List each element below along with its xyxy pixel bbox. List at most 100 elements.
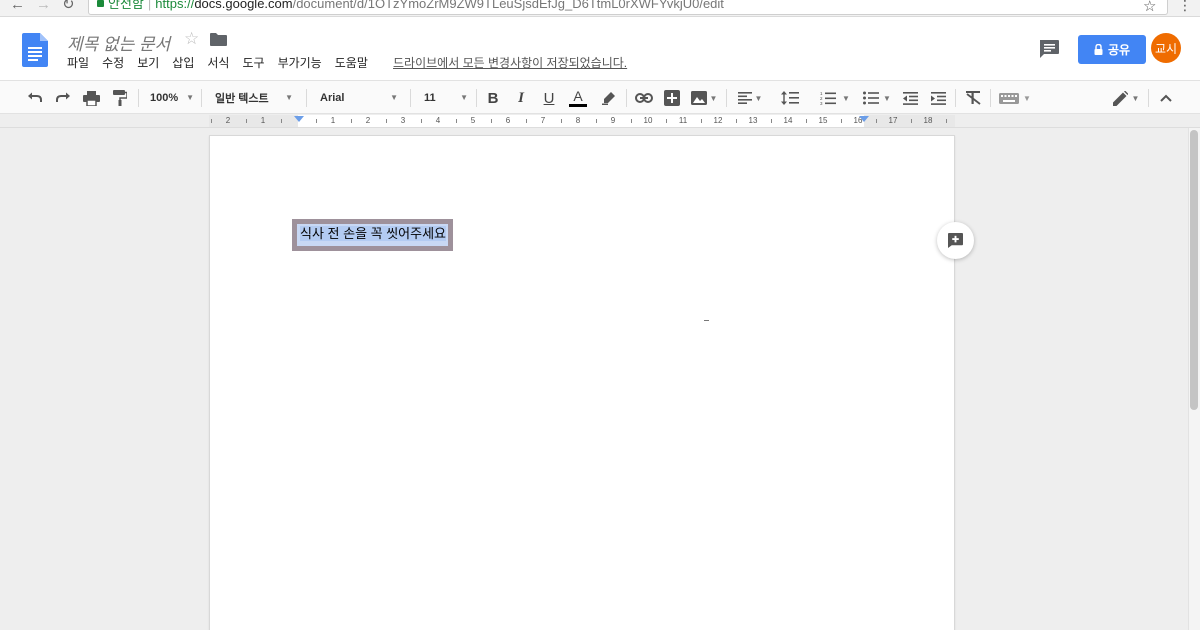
ruler-tick: [771, 119, 772, 123]
address-bar[interactable]: 안전함 | https://docs.google.com/document/d/1…: [88, 0, 1168, 15]
text-color-button[interactable]: A: [567, 88, 589, 108]
url-scheme: https://: [155, 0, 195, 11]
doc-title[interactable]: 제목 없는 문서: [67, 30, 170, 55]
share-button[interactable]: 공유: [1078, 35, 1146, 64]
zoom-value: 100%: [150, 92, 179, 104]
undo-icon[interactable]: [24, 88, 46, 108]
star-icon[interactable]: ☆: [184, 29, 199, 49]
link-icon[interactable]: [633, 88, 655, 108]
ruler-right-margin: [864, 115, 955, 127]
menu-edit[interactable]: 수정: [102, 56, 124, 70]
chevron-down-icon: ▼: [1023, 93, 1031, 103]
print-icon[interactable]: [80, 88, 102, 108]
menu-format[interactable]: 서식: [207, 56, 229, 70]
text-color-swatch: [569, 104, 587, 107]
toolbar-divider: [1148, 89, 1149, 107]
chevron-down-icon: ▼: [883, 93, 891, 103]
paint-format-icon[interactable]: [109, 88, 131, 108]
ruler-label: 9: [610, 116, 616, 125]
ruler-tick: [386, 119, 387, 123]
highlight-pen-icon[interactable]: [598, 88, 620, 108]
lock-icon: [97, 0, 104, 7]
image-icon[interactable]: ▼: [688, 88, 720, 108]
ruler-tick: [631, 119, 632, 123]
menu-file[interactable]: 파일: [67, 56, 89, 70]
ruler-label: 11: [678, 116, 688, 125]
chevron-up-icon[interactable]: [1156, 88, 1176, 108]
ruler-tick: [316, 119, 317, 123]
bookmark-star-icon[interactable]: ☆: [1143, 0, 1156, 15]
ruler-tick: [946, 119, 947, 123]
numbered-list-icon[interactable]: 123 ▼: [816, 88, 854, 108]
scroll-thumb[interactable]: [1190, 130, 1198, 410]
left-indent-marker[interactable]: [294, 116, 304, 122]
font-size-select[interactable]: 11 ▼: [424, 88, 468, 108]
pencil-icon[interactable]: ▼: [1110, 88, 1142, 108]
add-comment-button[interactable]: [937, 222, 974, 259]
decrease-indent-icon[interactable]: [899, 88, 921, 108]
ruler: 2 1 1 2 3 4 5 6 7 8 9 10 11 12 13 14 15 …: [0, 114, 1200, 128]
ruler-tick: [351, 119, 352, 123]
toolbar: 100% ▼ 일반 텍스트 ▼ Arial ▼ 11 ▼ B I U A ▼ ▼…: [0, 80, 1200, 114]
folder-icon[interactable]: [210, 33, 227, 46]
back-button[interactable]: ←: [10, 0, 25, 13]
selected-text[interactable]: 식사 전 손을 꼭 씻어주세요: [292, 219, 453, 251]
italic-label: I: [518, 89, 524, 106]
secure-label: 안전함: [108, 0, 144, 11]
bold-button[interactable]: B: [483, 88, 503, 108]
toolbar-divider: [726, 89, 727, 107]
menu-tools[interactable]: 도구: [242, 56, 264, 70]
ruler-label: 7: [540, 116, 546, 125]
ruler-label: 15: [818, 116, 828, 125]
menu-view[interactable]: 보기: [137, 56, 159, 70]
forward-button[interactable]: →: [36, 0, 51, 13]
bulleted-list-icon[interactable]: ▼: [860, 88, 894, 108]
underline-button[interactable]: U: [539, 88, 559, 108]
ruler-tick: [211, 119, 212, 123]
menu-insert[interactable]: 삽입: [172, 56, 194, 70]
ruler-label: 18: [923, 116, 933, 125]
ruler-label: 14: [783, 116, 793, 125]
ruler-tick: [281, 119, 282, 123]
chevron-down-icon: ▼: [1131, 93, 1140, 103]
add-comment-icon[interactable]: [661, 88, 683, 108]
comments-icon[interactable]: [1038, 39, 1060, 59]
ruler-tick: [911, 119, 912, 123]
increase-indent-icon[interactable]: [927, 88, 949, 108]
ruler-label: 6: [505, 116, 511, 125]
chevron-down-icon: ▼: [390, 93, 398, 102]
right-indent-marker[interactable]: [859, 116, 869, 122]
clear-format-icon[interactable]: [962, 88, 984, 108]
ruler-label: 2: [365, 116, 371, 125]
docs-logo-icon[interactable]: [22, 33, 48, 67]
save-status-link[interactable]: 드라이브에서 모든 변경사항이 저장되었습니다.: [393, 56, 627, 70]
menu-bar: 파일 수정 보기 삽입 서식 도구 부가기능 도움말: [67, 56, 381, 70]
ruler-tick: [526, 119, 527, 123]
document-page[interactable]: [209, 135, 955, 630]
align-left-icon[interactable]: ▼: [734, 88, 766, 108]
document-text: 식사 전 손을 꼭 씻어주세요: [300, 226, 447, 241]
redo-icon[interactable]: [52, 88, 74, 108]
browser-menu-icon[interactable]: ⋮: [1178, 0, 1192, 14]
ruler-label: 4: [435, 116, 441, 125]
keyboard-icon[interactable]: ▼: [997, 88, 1033, 108]
add-comment-icon: [948, 233, 963, 248]
style-select[interactable]: 일반 텍스트 ▼: [215, 88, 293, 108]
toolbar-divider: [990, 89, 991, 107]
share-label: 공유: [1107, 43, 1131, 57]
toolbar-divider: [626, 89, 627, 107]
font-size-value: 11: [424, 92, 436, 104]
menu-addons[interactable]: 부가기능: [278, 56, 322, 70]
toolbar-divider: [410, 89, 411, 107]
menu-help[interactable]: 도움말: [335, 56, 368, 70]
reload-button[interactable]: ↻: [62, 0, 75, 13]
zoom-select[interactable]: 100% ▼: [150, 88, 194, 108]
font-select[interactable]: Arial ▼: [320, 88, 398, 108]
ruler-label: 13: [748, 116, 758, 125]
chevron-down-icon: ▼: [285, 93, 293, 102]
italic-button[interactable]: I: [511, 88, 531, 108]
avatar[interactable]: 교시: [1151, 33, 1181, 63]
bold-label: B: [487, 89, 499, 107]
line-spacing-icon[interactable]: [779, 88, 801, 108]
toolbar-divider: [955, 89, 956, 107]
